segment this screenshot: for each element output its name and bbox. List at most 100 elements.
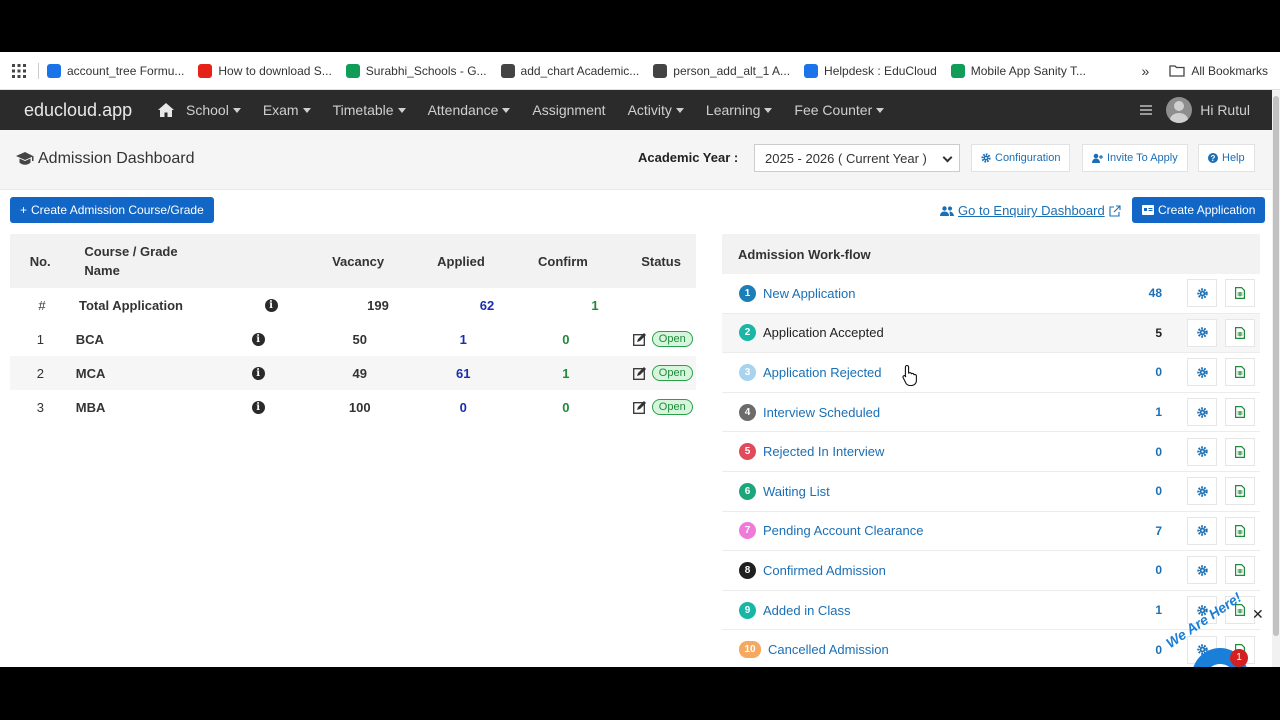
help-button[interactable]: ? Help bbox=[1198, 144, 1255, 172]
workflow-step[interactable]: 4 Interview Scheduled 1 bbox=[722, 393, 1260, 433]
step-count[interactable]: 0 bbox=[1122, 445, 1162, 459]
enquiry-dashboard-link[interactable]: Go to Enquiry Dashboard bbox=[940, 203, 1121, 218]
close-icon[interactable]: ✕ bbox=[1252, 606, 1264, 623]
page-scrollbar[interactable] bbox=[1272, 90, 1280, 667]
step-settings-button[interactable] bbox=[1187, 556, 1217, 585]
edit-icon[interactable] bbox=[632, 366, 646, 380]
scrollbar-thumb[interactable] bbox=[1273, 96, 1279, 636]
workflow-step[interactable]: 8 Confirmed Admission 0 bbox=[722, 551, 1260, 591]
create-course-button[interactable]: + Create Admission Course/Grade bbox=[10, 197, 214, 223]
step-export-button[interactable] bbox=[1225, 398, 1255, 427]
step-export-button[interactable] bbox=[1225, 477, 1255, 506]
step-label[interactable]: Cancelled Admission bbox=[768, 642, 1148, 657]
avatar[interactable] bbox=[1166, 97, 1193, 123]
step-settings-button[interactable] bbox=[1187, 516, 1217, 545]
info-icon[interactable]: i bbox=[221, 400, 295, 414]
step-settings-button[interactable] bbox=[1187, 279, 1217, 308]
step-label[interactable]: Added in Class bbox=[763, 603, 1143, 618]
step-label[interactable]: New Application bbox=[763, 286, 1143, 301]
bookmark-item[interactable]: Surabhi_Schools - G... bbox=[345, 63, 487, 78]
step-export-button[interactable] bbox=[1225, 279, 1255, 308]
cell-confirm[interactable]: 1 bbox=[528, 298, 662, 313]
cell-applied[interactable]: 61 bbox=[424, 366, 502, 381]
nav-item-timetable[interactable]: Timetable bbox=[333, 102, 406, 118]
step-settings-button[interactable] bbox=[1187, 318, 1217, 347]
step-count[interactable]: 1 bbox=[1122, 405, 1162, 419]
workflow-step[interactable]: 7 Pending Account Clearance 7 bbox=[722, 512, 1260, 552]
home-icon[interactable] bbox=[158, 103, 174, 117]
nav-item-attendance[interactable]: Attendance bbox=[428, 102, 511, 118]
all-bookmarks-button[interactable]: All Bookmarks bbox=[1169, 64, 1268, 78]
step-label[interactable]: Application Accepted bbox=[763, 325, 1143, 340]
nav-item-fee-counter[interactable]: Fee Counter bbox=[794, 102, 885, 118]
step-export-button[interactable] bbox=[1225, 556, 1255, 585]
cell-applied[interactable]: 62 bbox=[446, 298, 528, 313]
step-export-button[interactable] bbox=[1225, 358, 1255, 387]
step-label[interactable]: Application Rejected bbox=[763, 365, 1143, 380]
bookmark-item[interactable]: Helpdesk : EduCloud bbox=[804, 63, 937, 78]
nav-item-learning[interactable]: Learning bbox=[706, 102, 773, 118]
step-settings-button[interactable] bbox=[1187, 437, 1217, 466]
cell-confirm[interactable]: 1 bbox=[502, 366, 629, 381]
info-icon[interactable]: i bbox=[232, 298, 310, 312]
step-settings-button[interactable] bbox=[1187, 398, 1217, 427]
step-export-button[interactable] bbox=[1225, 516, 1255, 545]
configuration-button[interactable]: Configuration bbox=[971, 144, 1071, 172]
step-count[interactable]: 7 bbox=[1122, 524, 1162, 538]
invite-to-apply-button[interactable]: Invite To Apply bbox=[1082, 144, 1188, 172]
cell-applied[interactable]: 0 bbox=[424, 400, 502, 415]
step-count[interactable]: 0 bbox=[1122, 365, 1162, 379]
cell-confirm[interactable]: 0 bbox=[502, 332, 629, 347]
step-label[interactable]: Confirmed Admission bbox=[763, 563, 1143, 578]
menu-icon[interactable] bbox=[1140, 105, 1153, 115]
edit-icon[interactable] bbox=[632, 332, 646, 346]
step-count[interactable]: 1 bbox=[1122, 603, 1162, 617]
step-label[interactable]: Waiting List bbox=[763, 484, 1143, 499]
step-label[interactable]: Rejected In Interview bbox=[763, 444, 1143, 459]
bookmark-item[interactable]: Mobile App Sanity T... bbox=[950, 63, 1086, 78]
step-count[interactable]: 5 bbox=[1122, 326, 1162, 340]
workflow-step[interactable]: 6 Waiting List 0 bbox=[722, 472, 1260, 512]
user-greeting[interactable]: Hi Rutul bbox=[1200, 102, 1250, 118]
nav-item-assignment[interactable]: Assignment bbox=[532, 102, 605, 118]
step-count[interactable]: 0 bbox=[1122, 484, 1162, 498]
status-badge[interactable]: Open bbox=[651, 399, 693, 415]
bookmark-item[interactable]: person_add_alt_1 A... bbox=[653, 63, 790, 78]
apps-grid-icon[interactable] bbox=[0, 63, 38, 78]
bookmark-item[interactable]: How to download S... bbox=[198, 63, 332, 78]
step-count[interactable]: 48 bbox=[1122, 286, 1162, 300]
nav-item-school[interactable]: School bbox=[186, 102, 241, 118]
step-settings-button[interactable] bbox=[1187, 358, 1217, 387]
workflow-step[interactable]: 1 New Application 48 bbox=[722, 274, 1260, 314]
step-export-button[interactable] bbox=[1225, 437, 1255, 466]
step-count[interactable]: 0 bbox=[1122, 643, 1162, 657]
step-count[interactable]: 0 bbox=[1122, 563, 1162, 577]
bookmark-item[interactable]: add_chart Academic... bbox=[500, 63, 639, 78]
nav-item-label: Activity bbox=[627, 102, 672, 118]
step-export-button[interactable] bbox=[1225, 318, 1255, 347]
create-application-button[interactable]: Create Application bbox=[1132, 197, 1266, 223]
more-bookmarks-button[interactable]: » bbox=[1142, 63, 1150, 79]
cell-confirm[interactable]: 0 bbox=[502, 400, 629, 415]
bookmark-item[interactable]: account_tree Formu... bbox=[47, 63, 184, 78]
bookmark-label: Surabhi_Schools - G... bbox=[365, 63, 487, 78]
nav-item-activity[interactable]: Activity bbox=[628, 102, 684, 118]
workflow-step[interactable]: 9 Added in Class 1 bbox=[722, 591, 1260, 631]
status-badge[interactable]: Open bbox=[651, 365, 693, 381]
workflow-step[interactable]: 2 Application Accepted 5 bbox=[722, 313, 1260, 354]
info-icon[interactable]: i bbox=[221, 332, 295, 346]
workflow-step[interactable]: 5 Rejected In Interview 0 bbox=[722, 432, 1260, 472]
info-icon[interactable]: i bbox=[221, 366, 295, 380]
step-label[interactable]: Interview Scheduled bbox=[763, 405, 1143, 420]
edit-icon[interactable] bbox=[632, 400, 646, 414]
step-label[interactable]: Pending Account Clearance bbox=[763, 523, 1143, 538]
cell-applied[interactable]: 1 bbox=[424, 332, 502, 347]
brand-logo[interactable]: educloud.app bbox=[24, 100, 156, 121]
question-circle-icon: ? bbox=[1208, 153, 1218, 163]
workflow-step[interactable]: 3 Application Rejected 0 bbox=[722, 353, 1260, 393]
step-settings-button[interactable] bbox=[1187, 477, 1217, 506]
course-rows: 1 BCA i 50 1 0 Open 2 MCA i 49 61 1 Open… bbox=[10, 322, 696, 424]
nav-item-exam[interactable]: Exam bbox=[263, 102, 311, 118]
academic-year-select[interactable]: 2025 - 2026 ( Current Year ) bbox=[754, 144, 960, 172]
status-badge[interactable]: Open bbox=[651, 331, 693, 347]
